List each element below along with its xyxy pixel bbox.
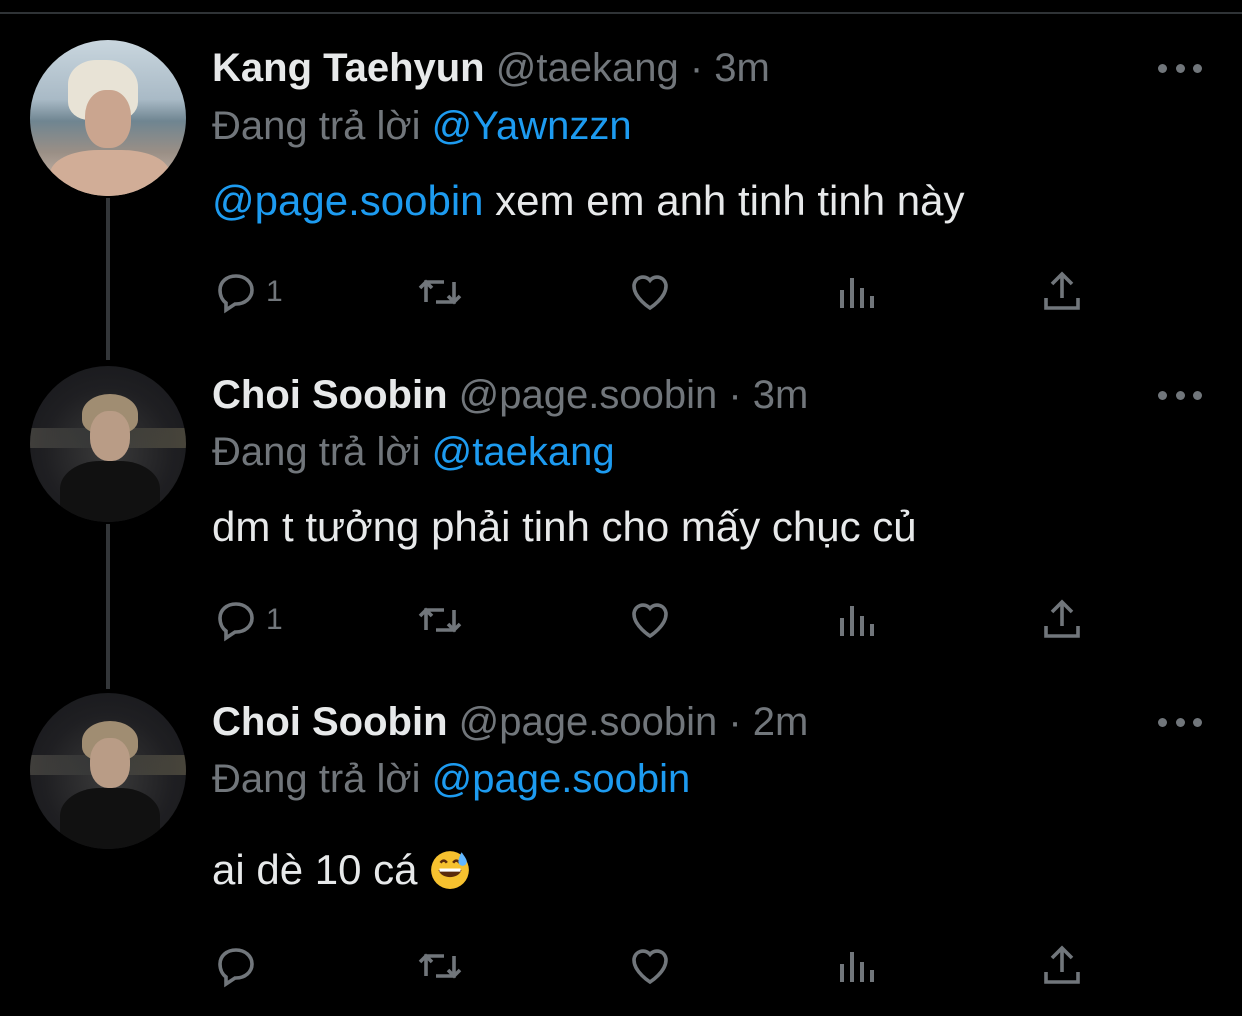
heart-icon [632, 603, 668, 639]
avatar[interactable] [30, 693, 186, 849]
reply-button[interactable] [212, 942, 266, 990]
timestamp[interactable]: 2m [753, 700, 809, 744]
views-button[interactable] [832, 942, 880, 990]
action-bar: 1 [212, 596, 1092, 644]
retweet-button[interactable] [416, 942, 464, 990]
reply-icon [218, 602, 254, 642]
share-icon [1044, 945, 1080, 984]
separator: · [728, 700, 742, 744]
reply-count: 1 [266, 275, 283, 308]
reply-to-mention[interactable]: @Yawnzzn [432, 104, 632, 148]
more-icon[interactable] [1158, 58, 1202, 78]
tweet[interactable]: Choi Soobin @page.soobin · 3m Đang trả l… [0, 340, 1242, 670]
reply-prefix: Đang trả lời [212, 757, 421, 801]
retweet-icon [418, 279, 462, 305]
separator: · [728, 373, 742, 417]
more-icon[interactable] [1158, 385, 1202, 405]
text-body: ai dè 10 cá [212, 846, 430, 893]
tweet-header: Kang Taehyun @taekang · 3m [212, 40, 770, 96]
tweet-header: Choi Soobin @page.soobin · 2m [212, 694, 808, 750]
action-bar: 1 [212, 268, 1092, 316]
retweet-button[interactable] [416, 268, 464, 316]
tweet[interactable]: Choi Soobin @page.soobin · 2m Đang trả l… [0, 670, 1242, 1016]
author-name[interactable]: Kang Taehyun [212, 46, 485, 90]
replying-to: Đang trả lời @taekang [212, 424, 615, 480]
author-handle[interactable]: @page.soobin [459, 700, 718, 744]
heart-icon [632, 949, 668, 985]
views-icon [840, 952, 874, 982]
timestamp[interactable]: 3m [753, 373, 809, 417]
tweet-header: Choi Soobin @page.soobin · 3m [212, 367, 808, 423]
reply-to-mention[interactable]: @page.soobin [432, 757, 691, 801]
author-handle[interactable]: @page.soobin [459, 373, 718, 417]
reply-icon [218, 274, 254, 314]
text-body: xem em anh tinh tinh này [483, 177, 965, 224]
author-handle[interactable]: @taekang [496, 46, 679, 90]
reply-prefix: Đang trả lời [212, 104, 421, 148]
views-icon [840, 606, 874, 636]
avatar[interactable] [30, 40, 186, 196]
reply-button[interactable]: 1 [212, 268, 283, 316]
replying-to: Đang trả lời @Yawnzzn [212, 98, 632, 154]
like-button[interactable] [626, 268, 674, 316]
like-button[interactable] [626, 942, 674, 990]
views-button[interactable] [832, 596, 880, 644]
author-name[interactable]: Choi Soobin [212, 700, 448, 744]
grinning-face-with-sweat-icon [431, 851, 470, 889]
avatar[interactable] [30, 366, 186, 522]
timestamp[interactable]: 3m [714, 46, 770, 90]
reply-to-mention[interactable]: @taekang [432, 430, 615, 474]
like-button[interactable] [626, 596, 674, 644]
retweet-icon [418, 607, 462, 633]
share-icon [1044, 599, 1080, 638]
more-icon[interactable] [1158, 712, 1202, 732]
reply-prefix: Đang trả lời [212, 430, 421, 474]
reply-icon [218, 948, 254, 988]
author-name[interactable]: Choi Soobin [212, 373, 448, 417]
views-icon [840, 278, 874, 308]
retweet-button[interactable] [416, 596, 464, 644]
reply-button[interactable]: 1 [212, 596, 283, 644]
tweet-text: ai dè 10 cá [212, 840, 471, 900]
views-button[interactable] [832, 268, 880, 316]
tweet-text: dm t tưởng phải tinh cho mấy chục củ [212, 503, 917, 550]
heart-icon [632, 275, 668, 311]
share-button[interactable] [1038, 596, 1086, 644]
share-icon [1044, 271, 1080, 310]
share-button[interactable] [1038, 942, 1086, 990]
share-button[interactable] [1038, 268, 1086, 316]
tweet[interactable]: Kang Taehyun @taekang · 3m Đang trả lời … [0, 0, 1242, 340]
reply-count: 1 [266, 603, 283, 636]
separator: · [689, 46, 704, 90]
retweet-icon [418, 953, 462, 979]
replying-to: Đang trả lời @page.soobin [212, 751, 690, 807]
action-bar [212, 942, 1092, 990]
text-mention[interactable]: @page.soobin [212, 177, 484, 224]
tweet-text: @page.soobin xem em anh tinh tinh này [212, 171, 964, 231]
